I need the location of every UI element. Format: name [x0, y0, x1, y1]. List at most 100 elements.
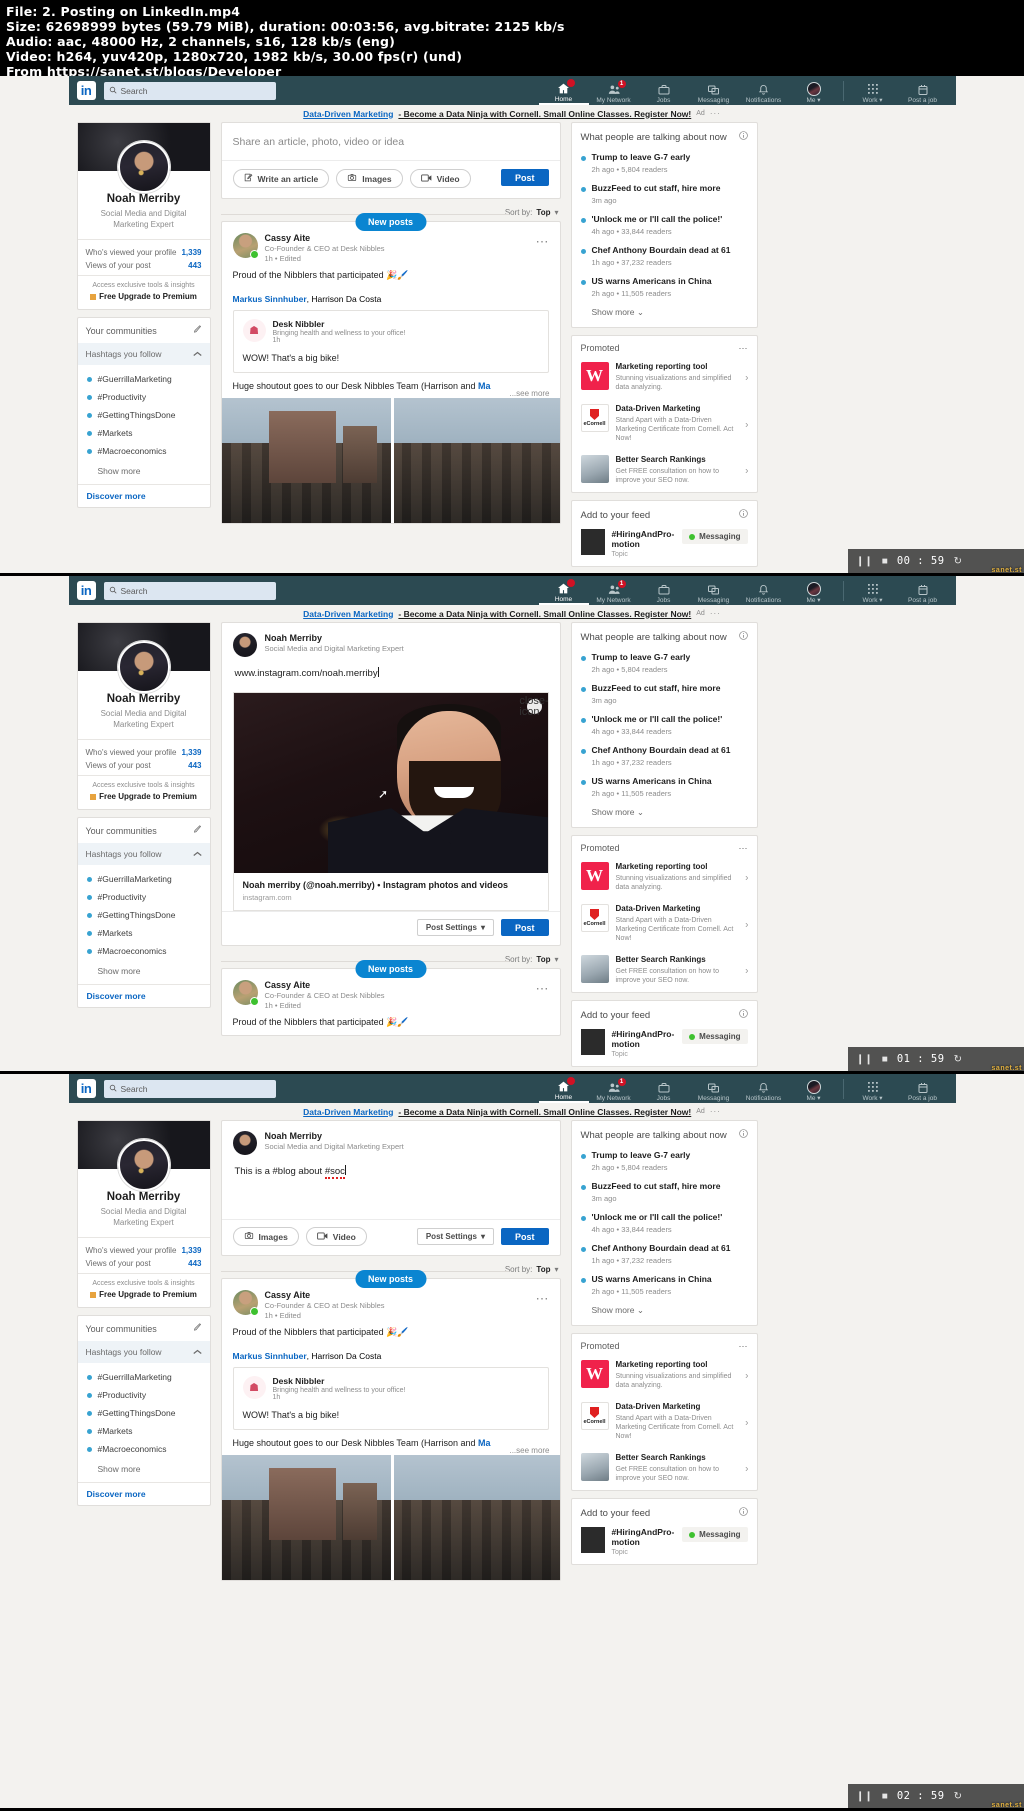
hashtag-item[interactable]: #Productivity — [78, 888, 210, 906]
profile-name[interactable]: Noah Merriby — [84, 1191, 204, 1203]
profile-avatar[interactable] — [117, 141, 170, 193]
loop-icon[interactable]: ↻ — [954, 1791, 962, 1802]
promoted-item[interactable]: Better Search Rankings Get FREE consulta… — [572, 1448, 757, 1490]
info-icon[interactable] — [738, 631, 748, 643]
pencil-icon[interactable] — [193, 325, 202, 336]
nav-item-work[interactable]: Work ▾ — [848, 576, 898, 605]
hashtag-item[interactable]: #Markets — [78, 924, 210, 942]
share-action-video[interactable]: Video — [409, 169, 471, 188]
pencil-icon[interactable] — [193, 825, 202, 836]
add-to-feed-item[interactable]: #HiringAndPro-motion Topic Messaging — [572, 526, 757, 566]
news-item[interactable]: BuzzFeed to cut staff, hire more 3m ago — [572, 680, 757, 711]
shared-author-avatar[interactable]: ☗ — [242, 1376, 266, 1399]
chevron-down-icon[interactable]: ▾ — [554, 208, 558, 217]
hashtag-item[interactable]: #Macroeconomics — [78, 1440, 210, 1458]
chevron-right-icon[interactable]: › — [745, 419, 748, 430]
nav-item-my-network[interactable]: 1 My Network — [589, 576, 639, 605]
chevron-right-icon[interactable]: › — [745, 1417, 748, 1428]
info-icon[interactable] — [738, 1507, 748, 1519]
chevron-right-icon[interactable]: › — [745, 1464, 748, 1475]
hashtag-item[interactable]: #GettingThingsDone — [78, 906, 210, 924]
loop-icon[interactable]: ↻ — [954, 1054, 962, 1065]
pause-icon[interactable]: ❙❙ — [856, 556, 873, 567]
profile-avatar[interactable] — [117, 641, 170, 693]
news-item[interactable]: Trump to leave G-7 early 2h ago • 5,804 … — [572, 149, 757, 180]
promoted-item[interactable]: W Marketing reporting tool Stunning visu… — [572, 857, 757, 899]
hashtag-item[interactable]: #GettingThingsDone — [78, 406, 210, 424]
profile-stat[interactable]: Views of your post 443 — [86, 1257, 202, 1270]
nav-item-me[interactable]: Me ▾ — [789, 576, 839, 605]
pause-icon[interactable]: ❙❙ — [856, 1791, 873, 1802]
linkedin-logo[interactable]: in — [76, 1079, 96, 1098]
promoted-item[interactable]: W Marketing reporting tool Stunning visu… — [572, 357, 757, 399]
post-mention[interactable]: Ma — [478, 381, 491, 391]
search-input[interactable]: Search — [103, 81, 276, 100]
shared-author-avatar[interactable]: ☗ — [242, 319, 266, 342]
shared-author-name[interactable]: Desk Nibbler — [273, 1376, 406, 1386]
hashtag-item[interactable]: #Macroeconomics — [78, 942, 210, 960]
promoted-item[interactable]: eCornell Data-Driven Marketing Stand Apa… — [572, 399, 757, 450]
ad-options-icon[interactable]: ··· — [710, 609, 721, 618]
nav-item-me[interactable]: Me ▾ — [789, 76, 839, 105]
hashtags-header[interactable]: Hashtags you follow — [77, 343, 210, 365]
compose-textarea[interactable]: This is a #blog about #soc — [222, 1161, 560, 1219]
nav-item-messaging[interactable]: Messaging — [689, 1074, 739, 1103]
ad-text[interactable]: - Become a Data Ninja with Cornell. Smal… — [398, 609, 691, 619]
hashtag-item[interactable]: #Macroeconomics — [78, 442, 210, 460]
nav-item-post-a-job[interactable]: Post a job — [898, 1074, 948, 1103]
chevron-up-icon[interactable] — [192, 1347, 202, 1357]
nav-item-notifications[interactable]: Notifications — [739, 76, 789, 105]
premium-link[interactable]: Free Upgrade to Premium — [86, 1290, 202, 1299]
news-item[interactable]: 'Unlock me or I'll call the police!' 4h … — [572, 711, 757, 742]
profile-avatar[interactable] — [117, 1139, 170, 1191]
profile-stat[interactable]: Views of your post 443 — [86, 759, 202, 772]
sort-value[interactable]: Top — [536, 1265, 550, 1274]
news-item[interactable]: Chef Anthony Bourdain dead at 61 1h ago … — [572, 742, 757, 773]
hashtag-item[interactable]: #GuerrillaMarketing — [78, 370, 210, 388]
ad-options-icon[interactable]: ··· — [710, 1107, 721, 1116]
nav-item-jobs[interactable]: Jobs — [639, 1074, 689, 1103]
promoted-item[interactable]: eCornell Data-Driven Marketing Stand Apa… — [572, 1397, 757, 1448]
hashtag-item[interactable]: #Productivity — [78, 1386, 210, 1404]
chevron-right-icon[interactable]: › — [745, 919, 748, 930]
post-author-avatar[interactable] — [232, 980, 259, 1006]
nav-item-my-network[interactable]: 1 My Network — [589, 76, 639, 105]
info-icon[interactable] — [738, 509, 748, 521]
more-options-icon[interactable]: ··· — [739, 1341, 748, 1351]
post-author-avatar[interactable] — [232, 233, 259, 259]
add-to-feed-item[interactable]: #HiringAndPro-motion Topic Messaging — [572, 1026, 757, 1066]
hashtag-item[interactable]: #Markets — [78, 424, 210, 442]
hashtags-header[interactable]: Hashtags you follow — [77, 843, 210, 865]
nav-item-home[interactable]: Home — [538, 76, 589, 105]
chevron-up-icon[interactable] — [192, 849, 202, 859]
post-button[interactable]: Post — [500, 919, 549, 936]
post-mention[interactable]: Ma — [478, 1438, 491, 1448]
more-options-icon[interactable]: ··· — [739, 343, 748, 353]
post-button[interactable]: Post — [500, 169, 549, 186]
chevron-right-icon[interactable]: › — [745, 873, 748, 884]
hashtag-item[interactable]: #GuerrillaMarketing — [78, 1368, 210, 1386]
new-posts-button[interactable]: New posts — [354, 213, 427, 231]
premium-upsell[interactable]: Access exclusive tools & insights Free U… — [77, 275, 210, 309]
post-button[interactable]: Post — [500, 1228, 549, 1245]
nav-item-messaging[interactable]: Messaging — [689, 576, 739, 605]
hashtags-show-more[interactable]: Show more — [78, 462, 210, 484]
premium-link[interactable]: Free Upgrade to Premium — [86, 792, 202, 801]
premium-link[interactable]: Free Upgrade to Premium — [86, 292, 202, 301]
news-item[interactable]: Chef Anthony Bourdain dead at 61 1h ago … — [572, 1240, 757, 1271]
post-author-avatar[interactable] — [232, 1290, 259, 1316]
messaging-button[interactable]: Messaging — [682, 1527, 748, 1542]
shared-by-name[interactable]: Markus Sinnhuber — [233, 1351, 307, 1361]
ad-options-icon[interactable]: ··· — [710, 109, 721, 118]
nav-item-messaging[interactable]: Messaging — [689, 76, 739, 105]
search-input[interactable]: Search — [103, 581, 276, 600]
more-options-icon[interactable]: ⋯ — [536, 1291, 550, 1307]
new-posts-button[interactable]: New posts — [354, 1270, 427, 1288]
sort-value[interactable]: Top — [536, 955, 550, 964]
nav-item-post-a-job[interactable]: Post a job — [898, 576, 948, 605]
profile-name[interactable]: Noah Merriby — [84, 193, 204, 205]
promoted-item[interactable]: Better Search Rankings Get FREE consulta… — [572, 950, 757, 992]
see-more-link[interactable]: ...see more — [509, 1446, 549, 1455]
add-to-feed-item[interactable]: #HiringAndPro-motion Topic Messaging — [572, 1524, 757, 1564]
compose-action-images[interactable]: Images — [232, 1227, 299, 1246]
